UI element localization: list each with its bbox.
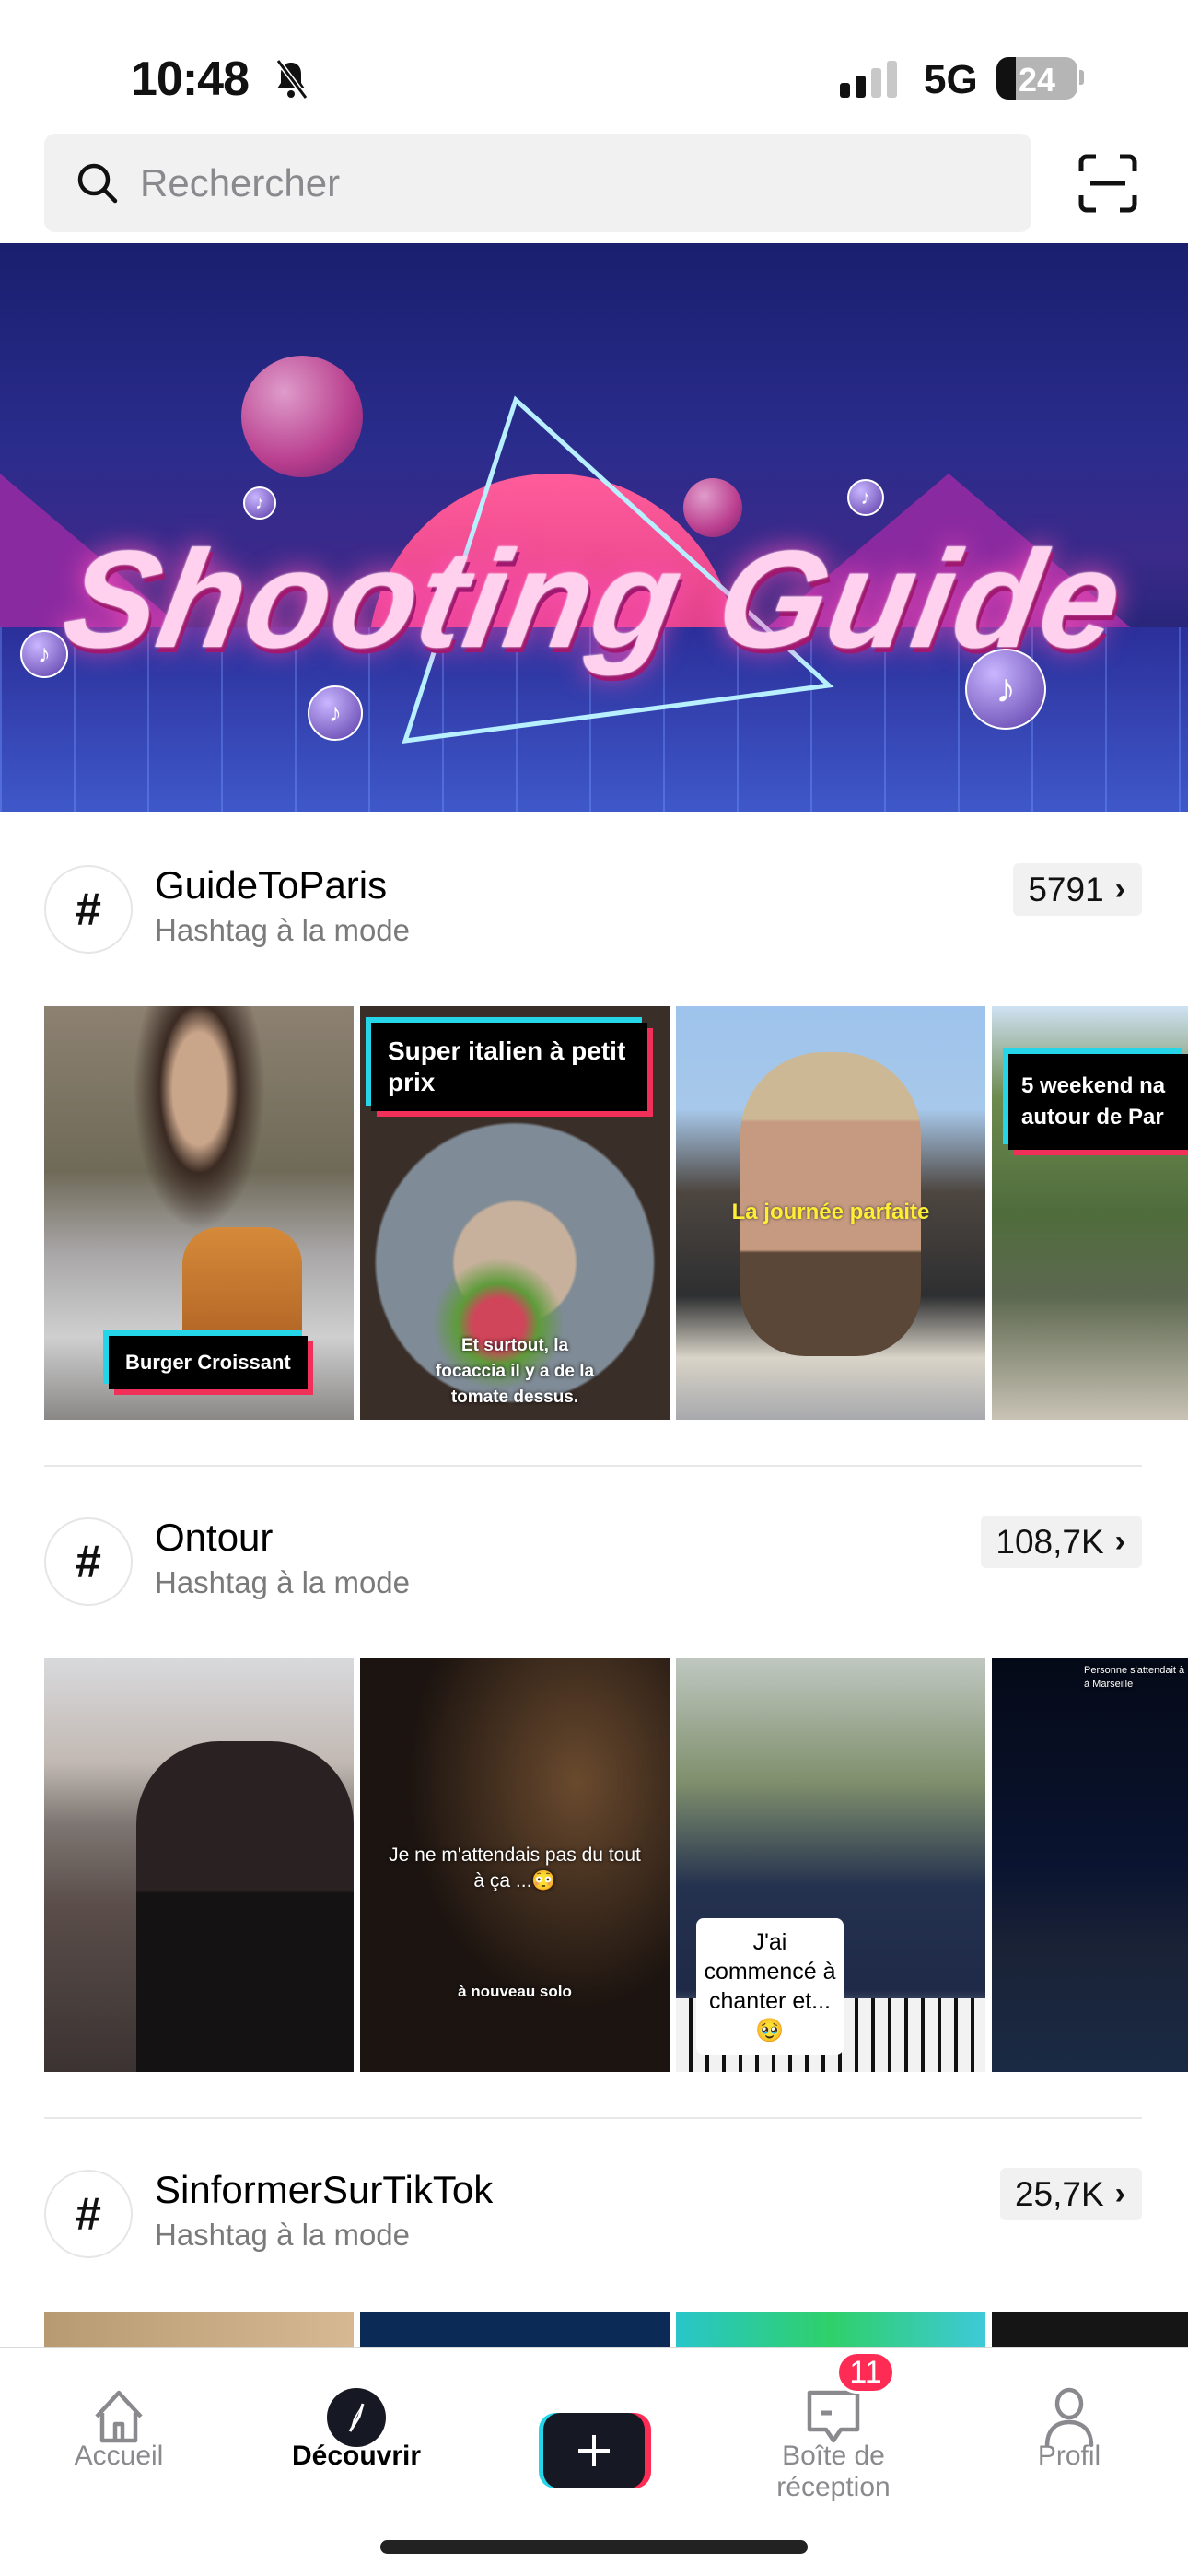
section-divider (44, 2117, 1142, 2119)
tiktok-logo-icon: ♪ (965, 649, 1046, 730)
video-subtitle: à nouveau solo (458, 1983, 572, 2000)
chevron-right-icon: › (1114, 1524, 1125, 1559)
tab-label: Profil (1037, 2441, 1101, 2471)
bell-slash-icon (275, 59, 309, 100)
promo-banner[interactable]: Shooting Guide ♪ ♪ ♪ ♪ ♪ (0, 243, 1188, 812)
search-input[interactable] (140, 160, 969, 205)
video-thumbnail[interactable]: Personne s'attendait à à Marseille (992, 1658, 1188, 2072)
compass-icon (327, 2388, 386, 2447)
search-icon (77, 163, 118, 203)
video-thumbnails-row: Burger Croissant Super italien à petit p… (44, 1006, 1188, 1420)
hashtag-icon: # (44, 865, 133, 954)
home-indicator[interactable] (380, 2540, 808, 2554)
hashtag-count-button[interactable]: 5791 › (1013, 863, 1142, 916)
video-thumbnail[interactable]: J'ai commencé à chanter et... 🥹 (676, 1658, 985, 2072)
network-type: 5G (924, 57, 978, 102)
hashtag-title: SinformerSurTikTok (155, 2168, 494, 2211)
search-bar[interactable] (44, 134, 1031, 232)
hashtag-title: GuideToParis (155, 863, 388, 907)
video-caption: Personne s'attendait à à Marseille (1084, 1665, 1185, 1690)
tiktok-logo-icon: ♪ (847, 479, 884, 516)
video-thumbnail[interactable] (360, 2312, 670, 2347)
profile-icon (1044, 2387, 1094, 2447)
signal-icon (840, 61, 897, 98)
scan-icon[interactable] (1077, 153, 1138, 214)
banner-orb (241, 356, 363, 477)
chevron-right-icon: › (1114, 872, 1125, 907)
video-thumbnail[interactable] (676, 2312, 985, 2347)
hashtag-subtitle: Hashtag à la mode (155, 1565, 411, 1599)
video-thumbnail[interactable]: La journée parfaite (676, 1006, 985, 1420)
section-divider (44, 1465, 1142, 1467)
hashtag-count: 108,7K (996, 1522, 1104, 1561)
video-caption: 5 weekend na autour de Par (1008, 1054, 1188, 1150)
video-thumbnails-row: Je ne m'attendais pas du tout à ça ...😳 … (44, 1658, 1188, 2072)
video-thumbnails-row (44, 2312, 1188, 2347)
video-caption: Je ne m'attendais pas du tout à ça ...😳 (389, 1844, 641, 1891)
video-thumbnail[interactable]: 5 weekend na autour de Par (992, 1006, 1188, 1420)
video-thumbnail[interactable]: Super italien à petit prix Et surtout, l… (360, 1006, 670, 1420)
tab-accueil[interactable]: Accueil (8, 2348, 229, 2505)
video-subtitle: Et surtout, la focaccia il y a de la tom… (435, 1336, 595, 1407)
tab-label: Accueil (74, 2441, 164, 2471)
battery-cap (1079, 70, 1084, 85)
tab-decouvrir[interactable]: Découvrir (246, 2348, 467, 2505)
video-thumbnail[interactable] (44, 1658, 354, 2072)
tab-profil[interactable]: Profil (959, 2348, 1180, 2505)
video-caption: J'ai commencé à chanter et... 🥹 (696, 1918, 844, 2055)
video-thumbnail[interactable] (992, 2312, 1188, 2347)
hashtag-count: 5791 (1028, 870, 1104, 908)
tab-inbox[interactable]: Boîte de réception (723, 2348, 944, 2505)
video-caption: La journée parfaite (731, 1200, 930, 1224)
hashtag-row-ontour[interactable]: # Ontour Hashtag à la mode 108,7K › (44, 1516, 1142, 1608)
video-caption: Burger Croissant (109, 1336, 308, 1389)
tiktok-logo-icon: ♪ (20, 630, 68, 678)
tiktok-logo-icon: ♪ (243, 486, 276, 520)
tab-label: Boîte de réception (776, 2441, 891, 2502)
chevron-right-icon: › (1114, 2176, 1125, 2211)
hashtag-icon: # (44, 1517, 133, 1606)
video-thumbnail[interactable] (44, 2312, 354, 2347)
status-time: 10:48 (131, 53, 250, 106)
video-caption: Super italien à petit prix (371, 1023, 647, 1111)
battery-icon: 24 (996, 57, 1077, 100)
home-icon (95, 2390, 143, 2443)
hashtag-count-button[interactable]: 108,7K › (981, 1516, 1142, 1568)
video-thumbnail[interactable]: Burger Croissant (44, 1006, 354, 1420)
tiktok-logo-icon: ♪ (308, 685, 363, 741)
hashtag-row-sinformersurtiktok[interactable]: # SinformerSurTikTok Hashtag à la mode 2… (44, 2168, 1142, 2260)
battery-level: 24 (1018, 61, 1056, 99)
create-plus-button[interactable] (539, 2413, 651, 2488)
hashtag-icon: # (44, 2170, 133, 2258)
tab-label: Découvrir (291, 2441, 422, 2471)
hashtag-subtitle: Hashtag à la mode (155, 2218, 411, 2252)
inbox-badge: 11 (836, 2351, 895, 2394)
hashtag-row-guidetoparis[interactable]: # GuideToParis Hashtag à la mode 5791 › (44, 863, 1142, 955)
hashtag-title: Ontour (155, 1516, 274, 1559)
hashtag-count-button[interactable]: 25,7K › (999, 2168, 1142, 2220)
hashtag-subtitle: Hashtag à la mode (155, 913, 411, 947)
video-thumbnail[interactable]: Je ne m'attendais pas du tout à ça ...😳 … (360, 1658, 670, 2072)
hashtag-count: 25,7K (1014, 2174, 1104, 2213)
